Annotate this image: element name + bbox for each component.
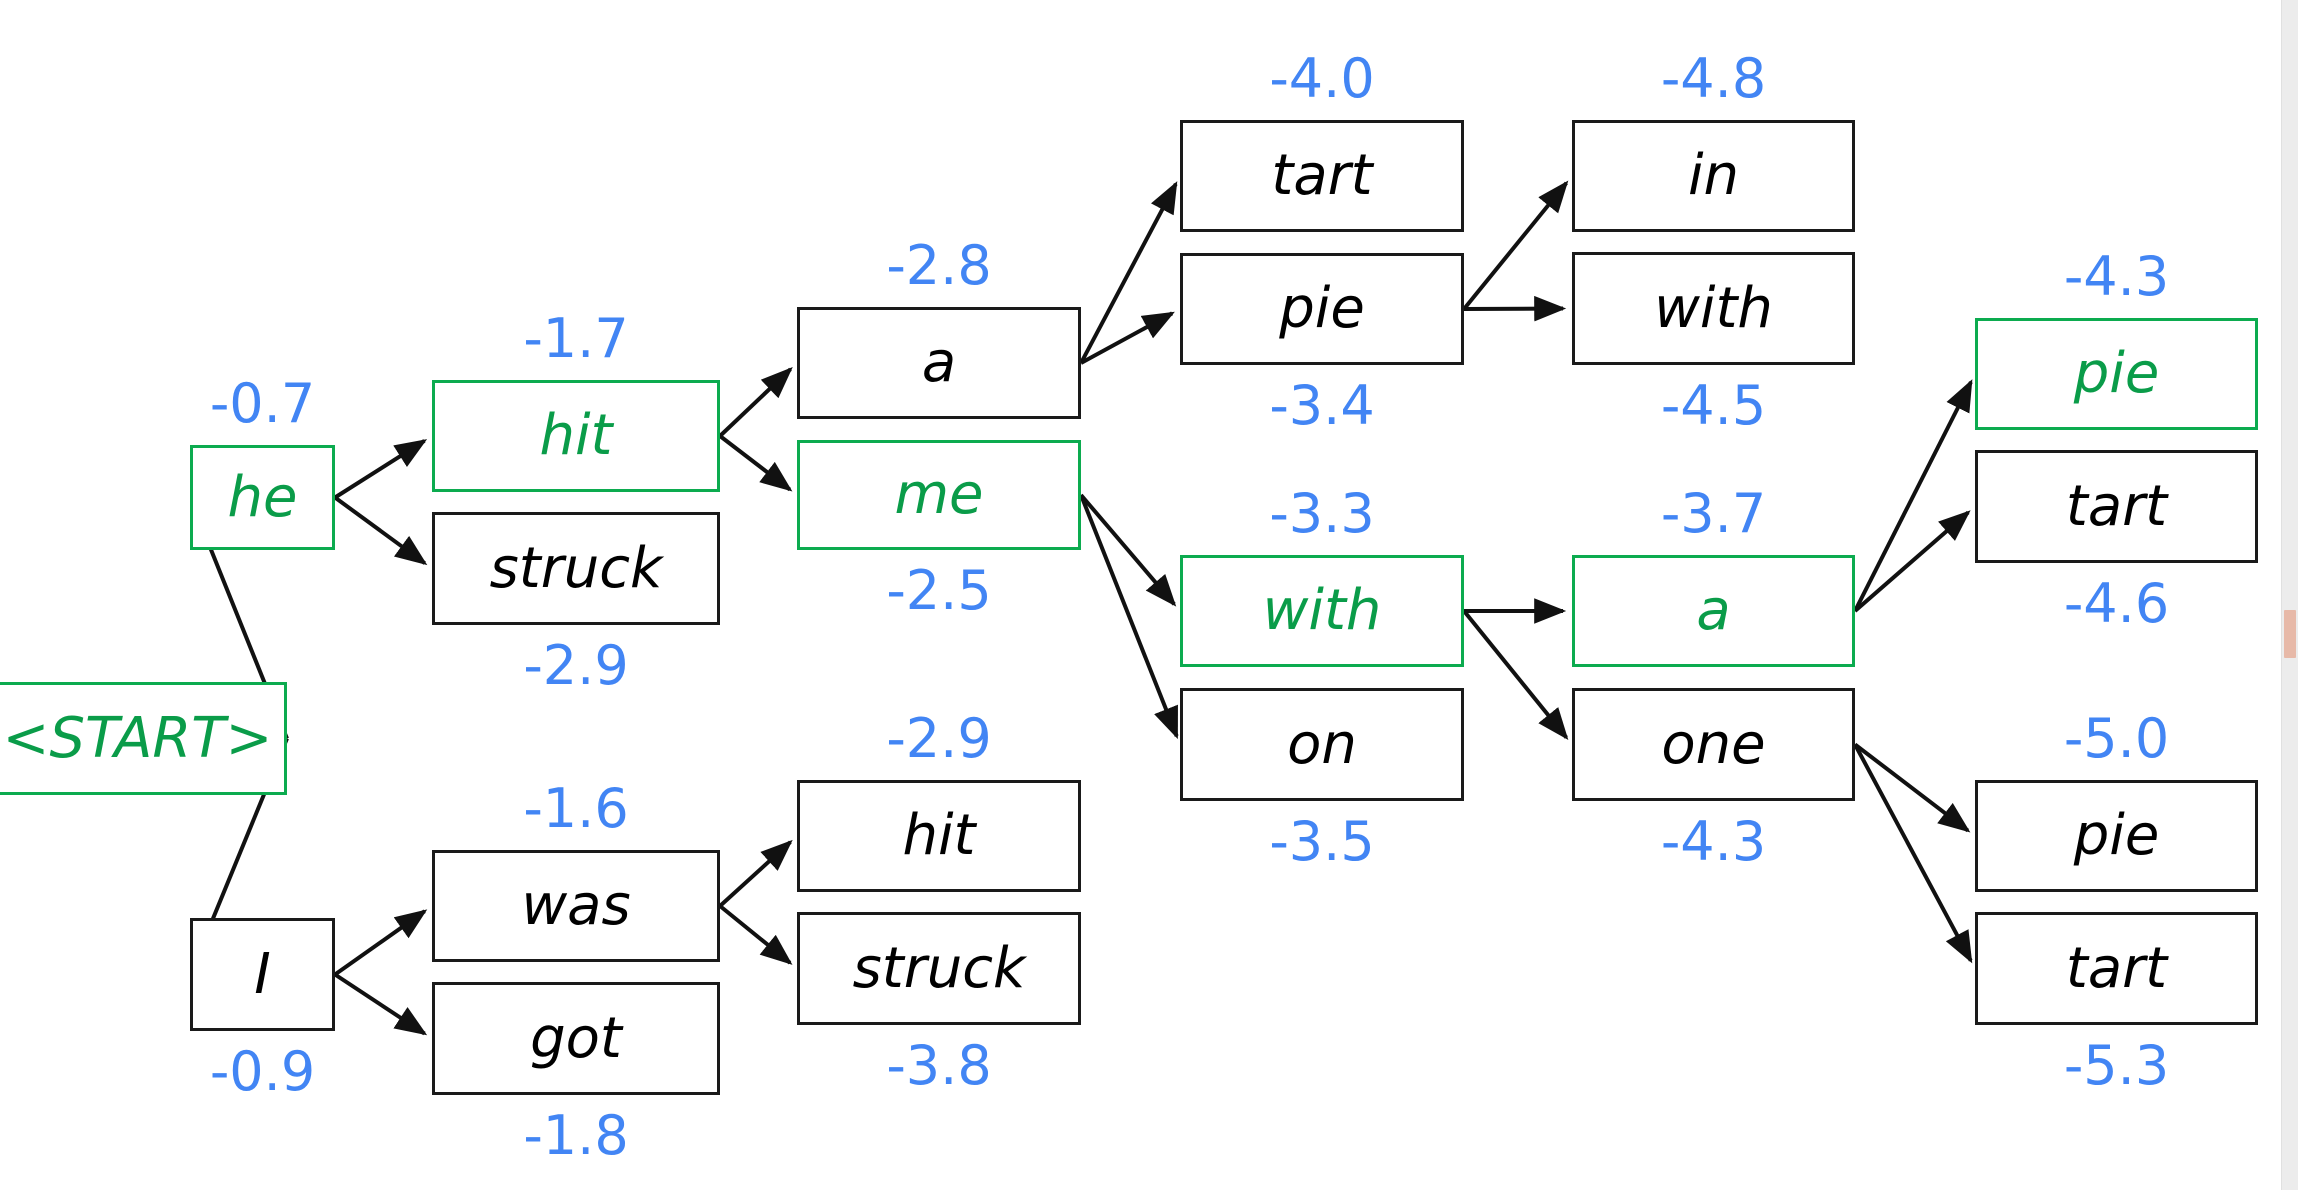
node-label: was — [521, 873, 631, 938]
edge-pie1-to-in — [1462, 180, 1569, 311]
node-tart1[interactable]: tart — [1180, 120, 1464, 232]
edge-a2-to-pie_final — [1853, 379, 1973, 612]
edge-he-to-hit1 — [333, 439, 428, 500]
edge-was-to-struck2 — [718, 904, 793, 965]
node-label: in — [1687, 143, 1740, 208]
node-he[interactable]: he — [190, 445, 335, 550]
edge-i-to-was — [333, 909, 428, 977]
node-label: with — [1654, 275, 1773, 341]
edge-one-to-tart_final2 — [1853, 743, 1973, 964]
node-one[interactable]: one — [1572, 688, 1855, 801]
node-label: pie — [2073, 341, 2160, 406]
score-with2: -4.5 — [1660, 374, 1767, 437]
node-in[interactable]: in — [1572, 120, 1855, 232]
node-i[interactable]: I — [190, 918, 335, 1031]
scrollbar-thumb[interactable] — [2284, 610, 2296, 658]
score-pie_final: -4.3 — [2063, 245, 2170, 308]
score-tart_final2: -5.3 — [2063, 1034, 2170, 1097]
score-a1: -2.8 — [886, 234, 992, 297]
edge-a1-to-pie1 — [1080, 311, 1175, 365]
edge-layer — [191, 180, 1973, 1036]
node-label: he — [227, 464, 298, 530]
node-label: tart — [1271, 143, 1373, 208]
node-tart_final[interactable]: tart — [1975, 450, 2258, 563]
score-me: -2.5 — [886, 559, 992, 622]
edge-hit1-to-a1 — [718, 366, 793, 438]
score-tart1: -4.0 — [1269, 47, 1375, 110]
node-with2[interactable]: with — [1572, 252, 1855, 365]
score-struck2: -3.8 — [886, 1034, 992, 1097]
node-me[interactable]: me — [797, 440, 1081, 550]
score-tart_final: -4.6 — [2063, 572, 2170, 635]
node-a2[interactable]: a — [1572, 555, 1855, 667]
edge-me-to-on — [1079, 494, 1179, 740]
node-label: one — [1661, 711, 1766, 777]
node-struck2[interactable]: struck — [797, 912, 1081, 1025]
edge-me-to-with1 — [1079, 493, 1177, 607]
edge-with1-to-one — [1462, 609, 1569, 740]
score-he: -0.7 — [209, 372, 316, 435]
edge-he-to-struck1 — [333, 495, 428, 566]
node-label: <START> — [2, 705, 273, 771]
score-hit1: -1.7 — [523, 307, 629, 370]
node-label: I — [254, 941, 271, 1007]
node-hit2[interactable]: hit — [797, 780, 1081, 892]
node-label: struck — [489, 535, 663, 601]
score-in: -4.8 — [1660, 47, 1767, 110]
node-start[interactable]: <START> — [0, 682, 287, 795]
score-hit2: -2.9 — [886, 707, 992, 770]
node-got[interactable]: got — [432, 982, 720, 1095]
node-pie_final2[interactable]: pie — [1975, 780, 2258, 892]
node-label: hit — [539, 403, 613, 468]
node-label: a — [1696, 578, 1731, 643]
node-on[interactable]: on — [1180, 688, 1464, 801]
node-label: tart — [2065, 935, 2168, 1001]
edge-one-to-pie_final2 — [1853, 742, 1971, 833]
node-label: hit — [902, 803, 976, 868]
score-struck1: -2.9 — [523, 634, 629, 697]
node-with1[interactable]: with — [1180, 555, 1464, 667]
node-label: pie — [1279, 276, 1365, 341]
node-was[interactable]: was — [432, 850, 720, 962]
node-label: pie — [2073, 803, 2160, 868]
node-label: got — [530, 1005, 622, 1071]
node-label: a — [921, 330, 957, 395]
node-struck1[interactable]: struck — [432, 512, 720, 625]
node-label: with — [1262, 578, 1382, 643]
node-label: struck — [852, 935, 1026, 1001]
node-label: on — [1287, 711, 1357, 777]
score-a2: -3.7 — [1660, 482, 1767, 545]
score-with1: -3.3 — [1269, 482, 1375, 545]
score-was: -1.6 — [523, 777, 629, 840]
node-label: me — [894, 462, 984, 527]
node-pie1[interactable]: pie — [1180, 253, 1464, 365]
node-label: tart — [2065, 473, 2168, 539]
score-got: -1.8 — [523, 1104, 629, 1167]
edge-hit1-to-me — [718, 434, 793, 492]
edge-i-to-got — [333, 972, 428, 1036]
node-a1[interactable]: a — [797, 307, 1081, 419]
score-on: -3.5 — [1269, 810, 1375, 873]
score-pie1: -3.4 — [1269, 374, 1375, 437]
score-i: -0.9 — [209, 1040, 316, 1103]
edge-a2-to-tart_final — [1853, 510, 1971, 613]
node-hit1[interactable]: hit — [432, 380, 720, 492]
vertical-scrollbar[interactable] — [2281, 0, 2298, 1190]
node-tart_final2[interactable]: tart — [1975, 912, 2258, 1025]
edge-a1-to-tart1 — [1079, 181, 1178, 364]
score-one: -4.3 — [1660, 810, 1767, 873]
edge-was-to-hit2 — [718, 839, 793, 908]
node-pie_final[interactable]: pie — [1975, 318, 2258, 430]
score-pie_final2: -5.0 — [2063, 707, 2170, 770]
beam-search-diagram: <START> he -0.7 I -0.9 hit -1.7 struck -2.9 was -1… — [0, 0, 2298, 1190]
